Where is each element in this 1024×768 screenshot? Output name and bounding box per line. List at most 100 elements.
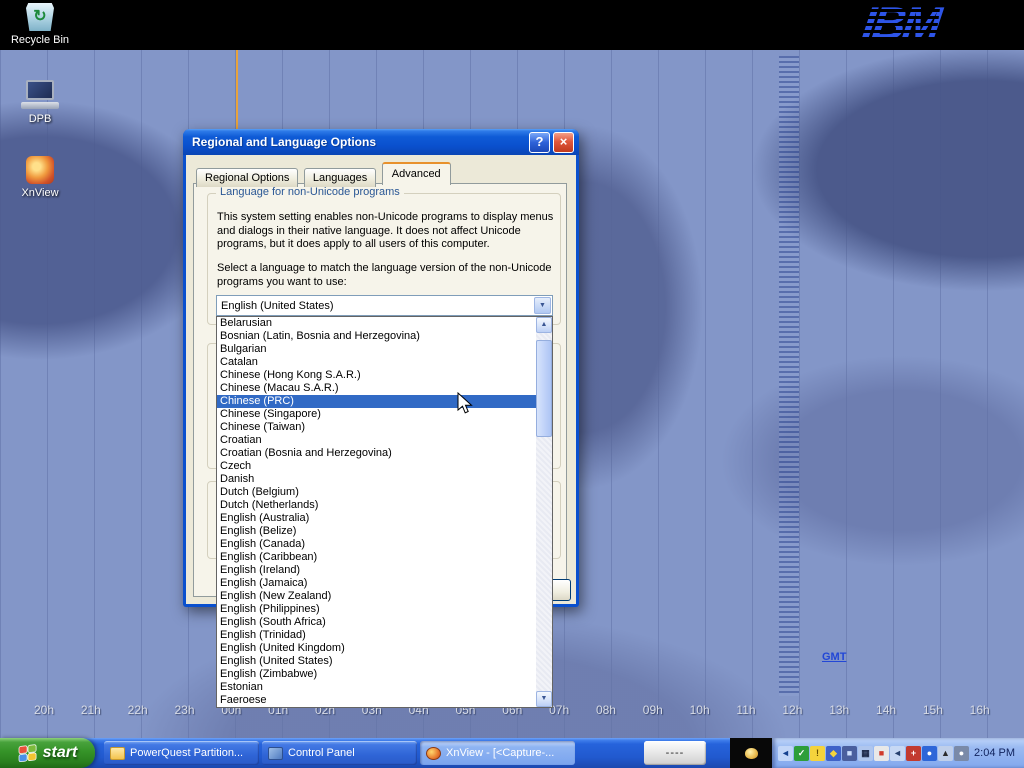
language-option[interactable]: Belarusian — [217, 317, 536, 330]
taskbar-button-label: XnView - [<Capture-... — [446, 747, 554, 759]
taskbar-black-segment — [730, 738, 772, 768]
language-option[interactable]: Bosnian (Latin, Bosnia and Herzegovina) — [217, 330, 536, 343]
xnview-label: XnView — [6, 187, 74, 199]
lamp-icon[interactable] — [745, 748, 758, 759]
mouse-cursor — [457, 392, 473, 416]
language-option[interactable]: English (New Zealand) — [217, 590, 536, 603]
taskbar-button[interactable]: Control Panel — [262, 741, 417, 765]
windows-logo-icon — [18, 744, 38, 762]
tab-regional-options[interactable]: Regional Options — [196, 168, 298, 187]
laptop-screen-shape — [26, 80, 54, 100]
taskbar-button[interactable]: PowerQuest Partition... — [104, 741, 259, 765]
laptop-base-shape — [21, 102, 59, 109]
language-option[interactable]: English (South Africa) — [217, 616, 536, 629]
tray-icon-messenger[interactable]: ● — [922, 746, 937, 761]
folder-icon — [110, 747, 125, 760]
taskbar-clock[interactable]: 2:04 PM — [974, 747, 1015, 759]
dpb-label: DPB — [6, 113, 74, 125]
map-hatch-band — [779, 56, 799, 696]
language-option[interactable]: Chinese (PRC) — [217, 395, 536, 408]
language-option[interactable]: Dutch (Belgium) — [217, 486, 536, 499]
desktop-icon-xnview[interactable]: XnView — [6, 156, 74, 199]
scroll-down-button[interactable]: ▼ — [536, 691, 552, 707]
language-option[interactable]: Estonian — [217, 681, 536, 694]
scrollbar-thumb[interactable] — [536, 340, 552, 437]
language-option[interactable]: Czech — [217, 460, 536, 473]
tab-advanced[interactable]: Advanced — [382, 162, 451, 185]
language-option[interactable]: English (Jamaica) — [217, 577, 536, 590]
timezone-label: 08h — [596, 703, 616, 717]
tray-icon-volume[interactable]: ◄ — [890, 746, 905, 761]
tray-icon-removable[interactable]: ▲ — [938, 746, 953, 761]
non-unicode-description: This system setting enables non-Unicode … — [217, 211, 557, 252]
language-option[interactable]: Croatian (Bosnia and Herzegovina) — [217, 447, 536, 460]
tray-icon-language[interactable]: ● — [954, 746, 969, 761]
language-dropdown-list: BelarusianBosnian (Latin, Bosnia and Her… — [216, 316, 553, 708]
language-option[interactable]: Danish — [217, 473, 536, 486]
taskbar-button[interactable]: ---- — [644, 741, 706, 765]
timezone-label: 09h — [643, 703, 663, 717]
desktop-wallpaper: ↻ Recycle Bin IBM DPB XnView GMT 20h21h2… — [0, 0, 1024, 768]
language-option[interactable]: English (Trinidad) — [217, 629, 536, 642]
map-time-indicator-line — [236, 50, 238, 130]
tray-icon-graphics[interactable]: ◆ — [826, 746, 841, 761]
taskbar-button-label: Control Panel — [288, 747, 355, 759]
dropdown-items: BelarusianBosnian (Latin, Bosnia and Her… — [217, 317, 536, 707]
desktop-top-bar: ↻ Recycle Bin IBM — [0, 0, 1024, 50]
timezone-label: 23h — [174, 703, 194, 717]
tray-icon-firewall[interactable]: + — [906, 746, 921, 761]
tray-icon-alert[interactable]: ! — [810, 746, 825, 761]
recycle-bin-label: Recycle Bin — [6, 34, 74, 46]
timezone-label: 22h — [128, 703, 148, 717]
gmt-label: GMT — [822, 651, 846, 663]
recycle-arrows-glyph: ↻ — [33, 8, 46, 25]
language-option[interactable]: Chinese (Macau S.A.R.) — [217, 382, 536, 395]
taskbar-button[interactable]: XnView - [<Capture-... — [420, 741, 575, 765]
tray-icon-display[interactable]: ■ — [842, 746, 857, 761]
language-option[interactable]: Catalan — [217, 356, 536, 369]
desktop-icon-dpb[interactable]: DPB — [6, 80, 74, 125]
language-option[interactable]: Dutch (Netherlands) — [217, 499, 536, 512]
language-option[interactable]: Faeroese — [217, 694, 536, 707]
language-option[interactable]: English (Philippines) — [217, 603, 536, 616]
language-option[interactable]: Chinese (Taiwan) — [217, 421, 536, 434]
language-option[interactable]: English (Australia) — [217, 512, 536, 525]
language-option[interactable]: English (Zimbabwe) — [217, 668, 536, 681]
language-option[interactable]: English (United States) — [217, 655, 536, 668]
tray-icon-network[interactable]: ▦ — [858, 746, 873, 761]
language-option[interactable]: English (Caribbean) — [217, 551, 536, 564]
language-option[interactable]: Chinese (Singapore) — [217, 408, 536, 421]
language-option[interactable]: Bulgarian — [217, 343, 536, 356]
language-option[interactable]: Croatian — [217, 434, 536, 447]
tray-icons-area: ◄✓!◆■▦■◄+●▲● — [778, 746, 970, 761]
language-option[interactable]: English (Belize) — [217, 525, 536, 538]
language-combobox[interactable]: English (United States) ▼ — [216, 295, 553, 316]
group-title: Language for non-Unicode programs — [216, 186, 404, 198]
timezone-label: 15h — [923, 703, 943, 717]
language-option[interactable]: English (United Kingdom) — [217, 642, 536, 655]
tray-icon-hide-icons[interactable]: ◄ — [778, 746, 793, 761]
desktop-icon-recycle-bin[interactable]: ↻ Recycle Bin — [6, 3, 74, 46]
xnview-icon — [426, 747, 441, 760]
taskbar: start PowerQuest Partition... Control Pan… — [0, 738, 1024, 768]
xnview-icon — [26, 156, 54, 184]
help-button[interactable]: ? — [529, 132, 550, 153]
close-button[interactable]: × — [553, 132, 574, 153]
timezone-label: 13h — [829, 703, 849, 717]
combobox-dropdown-arrow-icon[interactable]: ▼ — [534, 297, 551, 314]
dialog-title: Regional and Language Options — [192, 135, 529, 149]
timezone-label: 11h — [736, 703, 755, 717]
tray-icon-antivirus[interactable]: ✓ — [794, 746, 809, 761]
scroll-up-button[interactable]: ▲ — [536, 317, 552, 333]
language-option[interactable]: English (Canada) — [217, 538, 536, 551]
dropdown-scrollbar[interactable]: ▲ ▼ — [536, 317, 552, 707]
tray-icon-scheduler[interactable]: ■ — [874, 746, 889, 761]
language-option[interactable]: English (Ireland) — [217, 564, 536, 577]
dialog-titlebar[interactable]: Regional and Language Options ? × — [183, 129, 579, 155]
language-option[interactable]: Chinese (Hong Kong S.A.R.) — [217, 369, 536, 382]
laptop-icon — [21, 80, 59, 110]
timezone-label: 14h — [876, 703, 896, 717]
start-button[interactable]: start — [0, 738, 95, 768]
timezone-label: 16h — [970, 703, 990, 717]
tab-languages[interactable]: Languages — [304, 168, 376, 187]
